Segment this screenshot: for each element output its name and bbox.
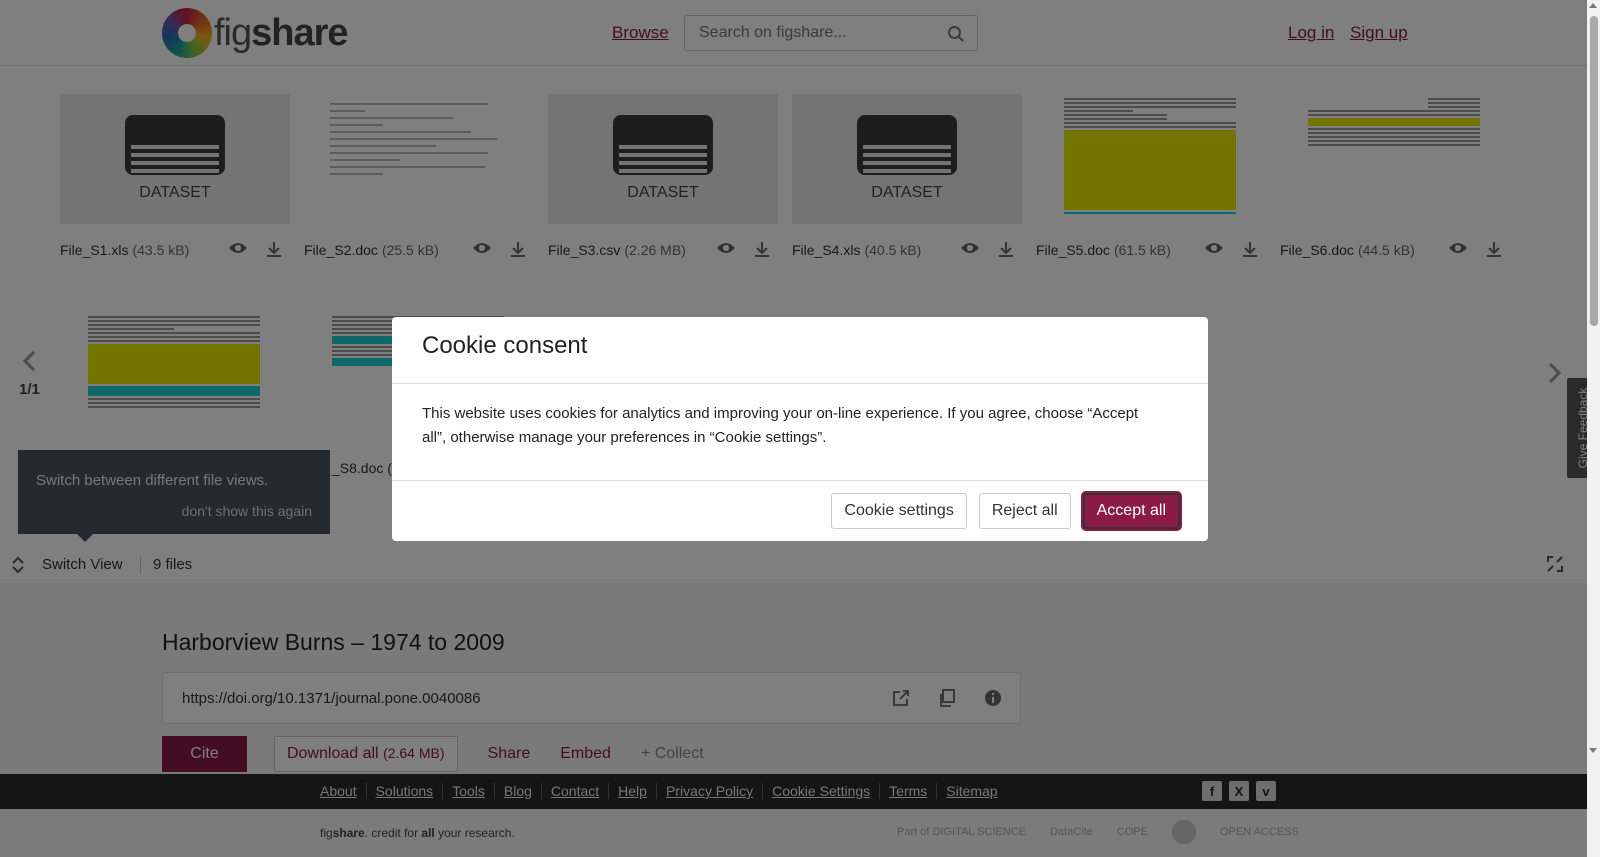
- cookie-dialog-title: Cookie consent: [422, 332, 588, 359]
- scroll-thumb[interactable]: [1590, 16, 1598, 326]
- reject-all-button[interactable]: Reject all: [978, 493, 1071, 529]
- cookie-consent-dialog: Cookie consent This website uses cookies…: [392, 317, 1208, 541]
- cookie-dialog-actions: Cookie settings Reject all Accept all: [831, 493, 1180, 529]
- scroll-down-icon[interactable]: [1589, 748, 1597, 753]
- page-scrollbar[interactable]: [1587, 0, 1600, 857]
- accept-all-button[interactable]: Accept all: [1082, 493, 1180, 529]
- cookie-dialog-body: This website uses cookies for analytics …: [422, 405, 1139, 446]
- cookie-settings-button[interactable]: Cookie settings: [831, 493, 967, 529]
- scroll-up-icon[interactable]: [1589, 3, 1597, 8]
